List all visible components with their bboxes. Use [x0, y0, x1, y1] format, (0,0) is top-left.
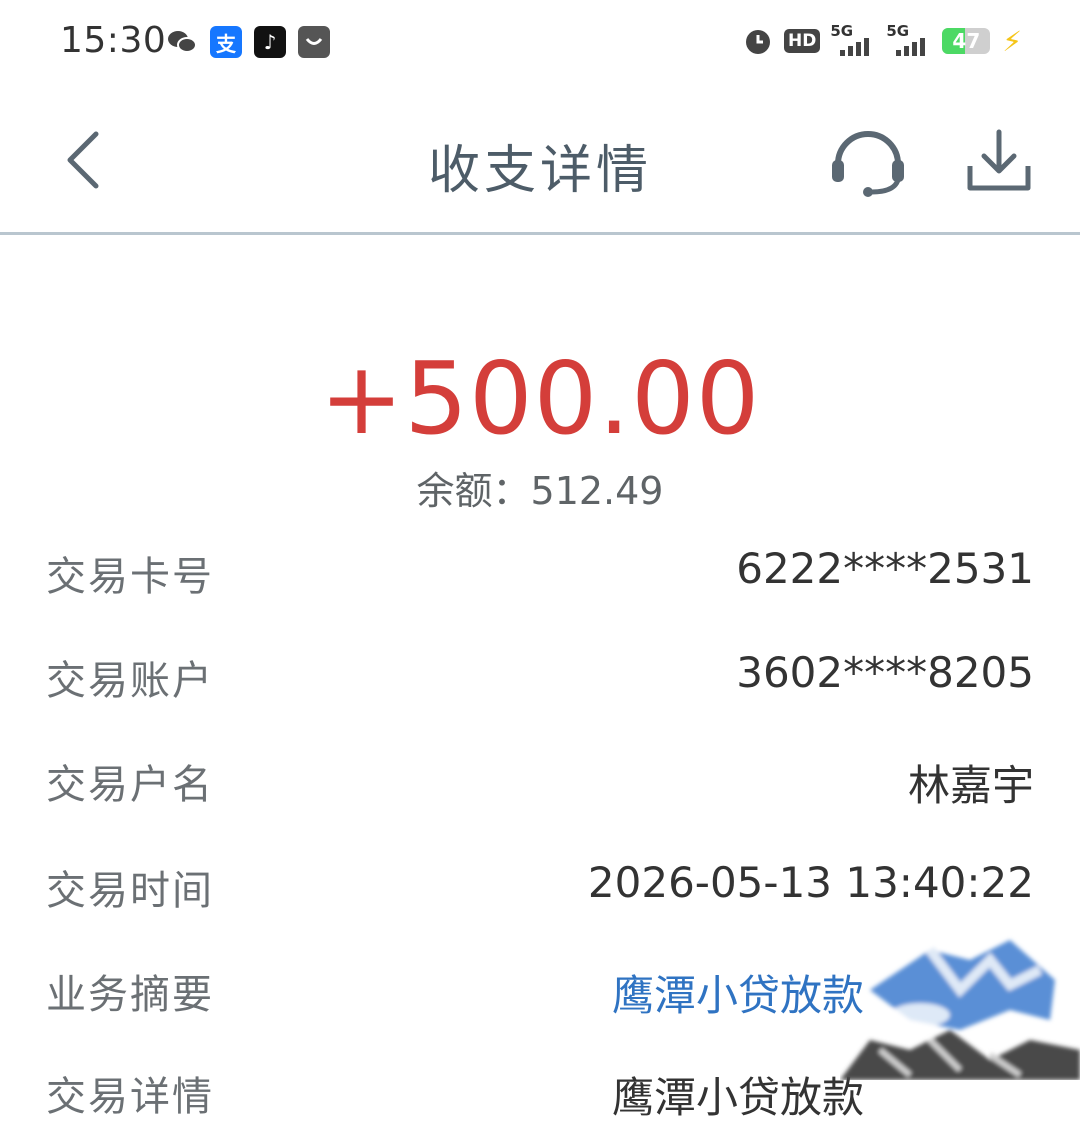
- detail-row-card-number: 交易卡号 6222****2531: [46, 538, 1034, 600]
- summary-link[interactable]: 鹰潭小贷放款: [612, 962, 864, 1023]
- notification-icons: 支 ♪: [166, 26, 330, 58]
- wechat-icon: [166, 26, 198, 58]
- row-label: 业务摘要: [46, 972, 214, 1018]
- message-icon: [298, 26, 330, 58]
- status-bar: 15:30 支 ♪ HD 5G 5G 47 ⚡: [0, 0, 1080, 86]
- row-label: 交易卡号: [46, 554, 214, 600]
- row-value: 林嘉宇: [907, 761, 1034, 810]
- row-value: 3602****8205: [736, 648, 1034, 697]
- charging-icon: ⚡: [1002, 24, 1022, 58]
- alarm-icon: [745, 30, 770, 54]
- battery-icon: 47: [942, 28, 991, 54]
- row-label: 交易详情: [46, 1074, 214, 1120]
- hd-badge: HD: [783, 29, 821, 53]
- row-label: 交易账户: [46, 658, 214, 704]
- tiktok-icon: ♪: [254, 26, 286, 58]
- signal-icon: 5G: [830, 22, 876, 58]
- row-value: 鹰潭小贷放款: [611, 1073, 864, 1122]
- system-icons: HD 5G 5G 47 ⚡: [742, 22, 1022, 58]
- status-time: 15:30: [60, 20, 167, 61]
- detail-row-time: 交易时间 2026-05-13 13:40:22: [46, 852, 1034, 914]
- privacy-sticker: [840, 940, 1080, 1080]
- download-icon[interactable]: [964, 126, 1034, 196]
- row-value: 6222****2531: [736, 544, 1034, 593]
- signal-icon: 5G: [886, 22, 932, 58]
- alipay-icon: 支: [210, 26, 242, 58]
- row-label: 交易户名: [46, 762, 214, 808]
- detail-row-account: 交易账户 3602****8205: [46, 642, 1034, 704]
- customer-service-icon[interactable]: [828, 120, 908, 200]
- row-value: 2026-05-13 13:40:22: [587, 858, 1034, 907]
- page-title: 收支详情: [427, 141, 652, 201]
- nav-header: 收支详情: [0, 86, 1080, 235]
- detail-row-account-name: 交易户名 林嘉宇: [46, 746, 1034, 810]
- transaction-amount: +500.00: [319, 340, 761, 457]
- balance-text: 余额：512.49: [416, 469, 664, 513]
- row-label: 交易时间: [46, 868, 214, 914]
